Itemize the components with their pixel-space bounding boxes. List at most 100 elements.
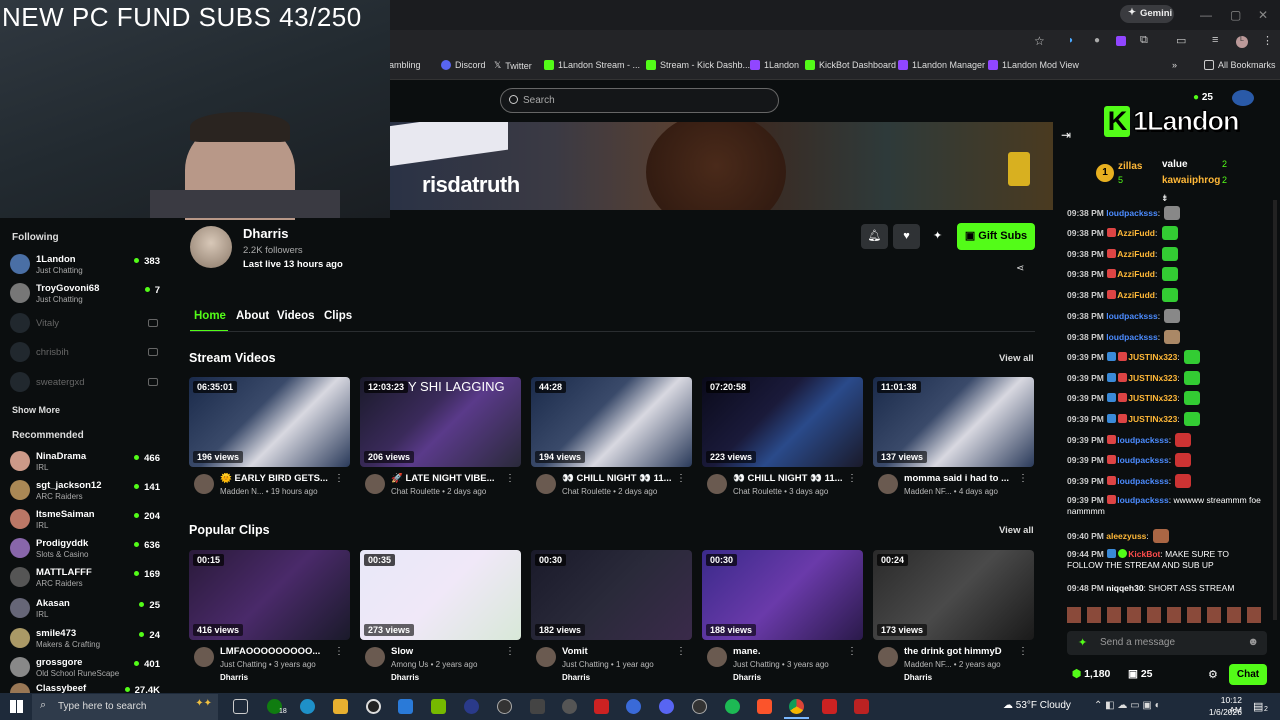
emote-bar[interactable] <box>1067 607 1267 623</box>
extensions-puzzle-icon[interactable]: ⧉ <box>1140 34 1148 47</box>
bookmark-item[interactable]: 𝕏 Twitter <box>494 60 532 71</box>
bookmark-item[interactable]: Discord <box>441 60 486 70</box>
bookmarks-overflow-icon[interactable]: » <box>1172 60 1177 70</box>
more-options-icon[interactable]: ⋮ <box>676 646 686 657</box>
cast-icon[interactable]: ▭ <box>1176 34 1186 47</box>
more-options-icon[interactable]: ⋮ <box>847 646 857 657</box>
store-icon[interactable] <box>398 699 413 714</box>
notification-bell-button[interactable]: 🔔︎ <box>861 224 888 249</box>
more-options-icon[interactable]: ⋮ <box>334 646 344 657</box>
chrome-icon[interactable] <box>789 699 804 714</box>
chat-scrollbar[interactable] <box>1273 200 1277 620</box>
sidebar-channel[interactable]: ItsmeSaiman IRL 204 <box>10 507 160 533</box>
clip-card[interactable]: 00:35 273 views Slow Among Us • 2 years ag… <box>360 550 521 682</box>
bookmark-item[interactable]: 1Landon Manager <box>898 60 985 70</box>
close-window-button[interactable]: ✕ <box>1258 8 1268 22</box>
clip-card[interactable]: 00:30 182 views Vomit Just Chatting • 1 ye… <box>531 550 692 682</box>
nvidia-icon[interactable] <box>431 699 446 714</box>
video-card[interactable]: 06:35:01 196 views 🌞 EARLY BIRD GETS... Ma… <box>189 377 350 497</box>
clip-card[interactable]: 00:30 188 views mane. Just Chatting • 3 ye… <box>702 550 863 682</box>
sidebar-channel[interactable]: Vitaly <box>10 311 160 337</box>
follow-button[interactable]: ♥ <box>893 224 920 249</box>
more-options-icon[interactable]: ⋮ <box>1018 473 1028 484</box>
edge-icon[interactable] <box>300 699 315 714</box>
app-icon[interactable] <box>822 699 837 714</box>
share-icon[interactable]: ⋖ <box>1016 263 1024 274</box>
brave-icon[interactable] <box>757 699 772 714</box>
more-options-icon[interactable]: ⋮ <box>847 473 857 484</box>
taskbar-search-input[interactable]: ⌕ Type here to search ✦✦ <box>32 694 218 720</box>
show-more-button[interactable]: Show More <box>12 405 60 415</box>
system-tray-icons[interactable]: ⌃ ◧ ☁ ▭ ▣ ◐ <box>1094 700 1161 711</box>
sidebar-channel[interactable]: Akasan IRL 25 <box>10 596 160 622</box>
sidebar-channel[interactable]: sweatergxd <box>10 370 160 396</box>
more-options-icon[interactable]: ⋮ <box>334 473 344 484</box>
sidebar-channel[interactable]: Classybeef 27.4K <box>10 681 160 693</box>
gift-subs-button[interactable]: ▣ Gift Subs <box>957 223 1035 250</box>
discord-icon[interactable] <box>659 699 674 714</box>
video-card[interactable]: 07:20:58 223 views 👀 CHILL NIGHT 👀 11... C… <box>702 377 863 497</box>
sidebar-channel[interactable]: Prodigyddk Slots & Casino 636 <box>10 536 160 562</box>
sidebar-channel[interactable]: MATTLAFFF ARC Raiders 169 <box>10 565 160 591</box>
bookmark-item[interactable]: KickBot Dashboard <box>805 60 896 70</box>
send-chat-button[interactable]: Chat <box>1229 664 1267 685</box>
chat-settings-icon[interactable]: ⚙ <box>1208 668 1218 681</box>
weather-widget[interactable]: ☁ 53°F Cloudy <box>1003 700 1071 711</box>
gifts-count[interactable]: ▣ 25 <box>1128 668 1153 680</box>
task-view-icon[interactable] <box>233 699 248 714</box>
clip-card[interactable]: 00:24 173 views the drink got himmyD Madde… <box>873 550 1034 682</box>
more-options-icon[interactable]: ⋮ <box>1018 646 1028 657</box>
emoji-icon[interactable]: ☻ <box>1247 636 1259 648</box>
bookmark-item[interactable]: 1Landon Stream - ... <box>544 60 640 70</box>
minimize-button[interactable]: — <box>1200 8 1212 22</box>
sidebar-channel[interactable]: sgt_jackson12 ARC Raiders 141 <box>10 478 160 504</box>
app-icon[interactable] <box>854 699 869 714</box>
sparkle-icon[interactable]: ✦ <box>933 229 942 242</box>
bookmark-item[interactable]: 1Landon <box>750 60 799 70</box>
profile-avatar[interactable]: L <box>1236 36 1248 48</box>
extension-icon[interactable]: ● <box>1094 35 1100 46</box>
chat-pinned-arrow-icon[interactable]: ⇟ <box>1161 193 1169 204</box>
more-options-icon[interactable]: ⋮ <box>505 473 515 484</box>
tab-search-icon[interactable]: ≡ <box>1212 34 1218 46</box>
sidebar-channel[interactable]: NinaDrama IRL 466 <box>10 449 160 475</box>
browser-menu-icon[interactable]: ⋮ <box>1262 34 1273 47</box>
app-icon[interactable] <box>594 699 609 714</box>
media-icon[interactable] <box>464 699 479 714</box>
tab-clips[interactable]: Clips <box>324 310 352 322</box>
more-options-icon[interactable]: ⋮ <box>676 473 686 484</box>
app-icon[interactable] <box>692 699 707 714</box>
more-options-icon[interactable]: ⋮ <box>505 646 515 657</box>
calculator-icon[interactable] <box>530 699 545 714</box>
search-input[interactable]: Search <box>500 88 779 113</box>
collapse-chat-icon[interactable]: ⇥ <box>1061 128 1071 142</box>
tab-about[interactable]: About <box>236 310 269 322</box>
bookmark-star-icon[interactable]: ☆ <box>1034 34 1045 48</box>
all-bookmarks[interactable]: All Bookmarks <box>1204 60 1276 70</box>
view-all-videos-link[interactable]: View all <box>999 353 1034 364</box>
tab-videos[interactable]: Videos <box>277 310 315 322</box>
windows-start-icon[interactable] <box>10 700 23 713</box>
sidebar-channel[interactable]: chrisbih <box>10 340 160 366</box>
channel-avatar[interactable] <box>190 226 232 268</box>
sidebar-channel[interactable]: TroyGovoni68 Just Chatting 7 <box>10 281 160 307</box>
bookmark-item[interactable]: Stream - Kick Dashb... <box>646 60 750 70</box>
file-explorer-icon[interactable] <box>333 699 348 714</box>
sidebar-channel[interactable]: smile473 Makers & Crafting 24 <box>10 626 160 652</box>
extension-icon[interactable]: ◗ <box>1068 35 1074 46</box>
twitch-extension-icon[interactable] <box>1116 36 1126 46</box>
video-card[interactable]: 12:03:23 Y SHI LAGGING 206 views 🚀 LATE NI… <box>360 377 521 497</box>
bookmark-item[interactable]: 1Landon Mod View <box>988 60 1079 70</box>
notification-icon[interactable]: ▤ <box>1253 700 1263 713</box>
view-all-clips-link[interactable]: View all <box>999 525 1034 536</box>
spotify-icon[interactable] <box>725 699 740 714</box>
play-icon[interactable] <box>497 699 512 714</box>
app-icon[interactable] <box>626 699 641 714</box>
chat-message-input[interactable]: ✦ Send a message ☻ <box>1067 631 1267 655</box>
gemini-button[interactable]: ✦ Gemini <box>1120 5 1174 23</box>
channel-points[interactable]: ⬢ 1,180 <box>1072 668 1110 680</box>
obs-icon[interactable] <box>366 699 381 714</box>
video-card[interactable]: 11:01:38 137 views momma said i had to ..… <box>873 377 1034 497</box>
video-card[interactable]: 44:28 194 views 👀 CHILL NIGHT 👀 11... Chat… <box>531 377 692 497</box>
sidebar-channel[interactable]: grossgore Old School RuneScape 401 <box>10 655 160 681</box>
